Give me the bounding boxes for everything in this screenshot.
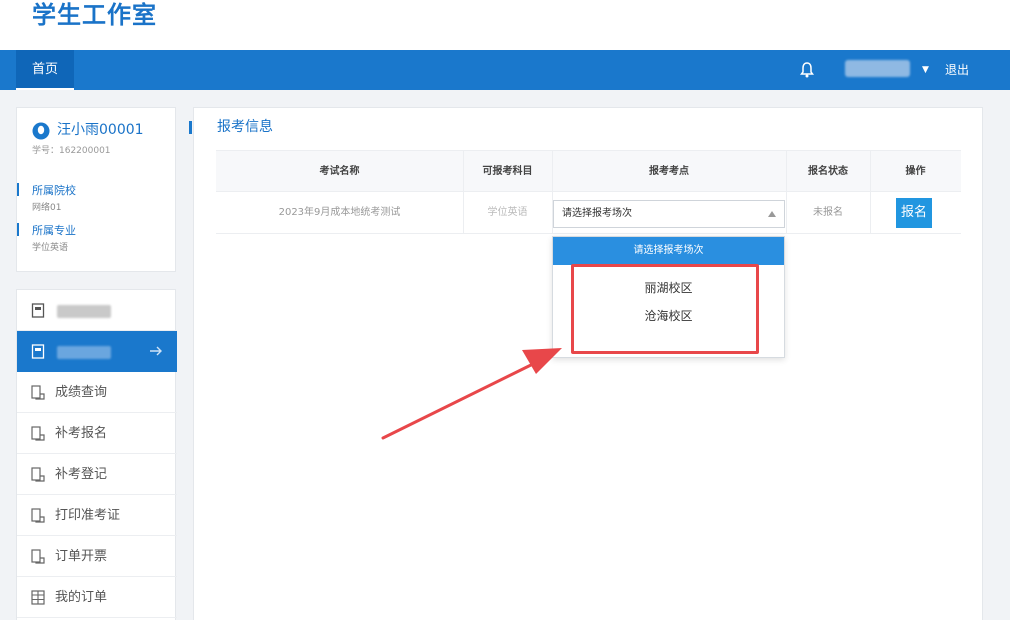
section-title: 报考信息 [217, 119, 273, 135]
sidebar-menu: 成绩查询 补考报名 补考登记 打印准考证 订单开票 我的订单 [16, 289, 177, 620]
blurred-label [57, 346, 111, 359]
field-value: 网络01 [32, 203, 62, 213]
column-divider [870, 150, 871, 234]
exam-name-cell: 2023年9月成本地统考测试 [278, 207, 401, 218]
sidebar-item-label: 补考登记 [55, 467, 108, 482]
profile-name: 汪小雨00001 [57, 122, 144, 138]
book-icon [31, 426, 45, 441]
document-icon [31, 303, 45, 318]
status-cell: 未报名 [813, 207, 843, 218]
user-icon [32, 122, 50, 140]
select-value: 请选择报考场次 [562, 208, 632, 219]
bell-icon[interactable] [800, 62, 814, 78]
field-label: 所属专业 [32, 224, 76, 237]
field-value: 学位英语 [32, 243, 69, 253]
dropdown-option-placeholder[interactable]: 请选择报考场次 [553, 237, 784, 265]
field-bar [17, 223, 19, 236]
sidebar-item-makeup-register[interactable]: 补考报名 [17, 413, 177, 454]
logout-link[interactable]: 退出 [945, 50, 969, 90]
exam-site-select[interactable]: 请选择报考场次 [553, 200, 785, 228]
top-header: 学生工作室 [0, 0, 1010, 50]
nav-home-tab[interactable]: 首页 [16, 50, 75, 90]
arrow-right-icon [150, 346, 162, 356]
sidebar-item-print-ticket[interactable]: 打印准考证 [17, 495, 177, 536]
book-icon [31, 467, 45, 482]
sidebar-item-score-query[interactable]: 成绩查询 [17, 372, 177, 413]
enroll-button[interactable]: 报名 [896, 198, 932, 228]
student-id: 学号：162200001 [32, 146, 111, 156]
sidebar-item-my-orders[interactable]: 我的订单 [17, 577, 177, 618]
table-header-row: 考试名称 可报考科目 报考考点 报名状态 操作 [216, 150, 961, 192]
column-divider [463, 150, 464, 234]
column-header: 考试名称 [319, 166, 360, 177]
user-name-blurred[interactable] [845, 60, 910, 77]
sidebar-item-label: 打印准考证 [55, 508, 121, 523]
subjects-cell: 学位英语 [487, 207, 528, 218]
chevron-up-icon [768, 211, 776, 217]
blurred-label [57, 305, 111, 318]
book-icon [31, 549, 45, 564]
book-icon [31, 385, 45, 400]
sidebar-item-makeup-record[interactable]: 补考登记 [17, 454, 177, 495]
profile-card: 汪小雨00001 学号：162200001 所属院校 网络01 所属专业 学位英… [16, 107, 176, 272]
sidebar-item-label: 补考报名 [55, 426, 108, 441]
book-icon [31, 508, 45, 523]
sidebar-item-invoice[interactable]: 订单开票 [17, 536, 177, 577]
section-bar [189, 121, 192, 134]
caret-down-icon[interactable]: ▼ [922, 62, 929, 78]
column-header: 操作 [905, 166, 926, 177]
column-header: 报考考点 [649, 166, 689, 177]
app-title: 学生工作室 [32, 1, 157, 29]
sidebar-item-label: 订单开票 [55, 549, 108, 564]
column-header: 报名状态 [808, 166, 848, 177]
column-divider [786, 150, 787, 234]
column-header: 可报考科目 [482, 166, 533, 177]
sidebar-item-1[interactable] [17, 290, 177, 331]
grid-icon [31, 590, 45, 605]
field-bar [17, 183, 19, 196]
sidebar-item-label: 我的订单 [55, 590, 108, 605]
document-icon [31, 344, 45, 359]
annotation-highlight-box [571, 264, 759, 354]
field-label: 所属院校 [32, 184, 76, 197]
sidebar-item-label: 成绩查询 [55, 385, 108, 400]
sidebar-item-2-active[interactable] [17, 331, 177, 372]
